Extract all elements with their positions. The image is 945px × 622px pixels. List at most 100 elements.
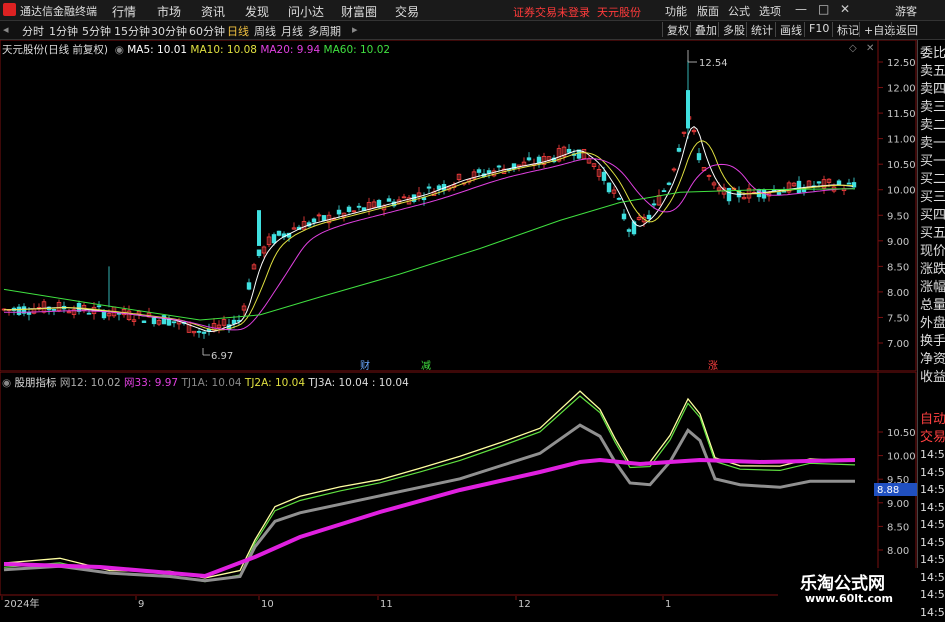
tick-time: 14:56: [920, 553, 945, 566]
candle-body: [651, 203, 657, 206]
period-tab-15min[interactable]: 15分钟: [114, 23, 150, 39]
menu-layout[interactable]: 版面: [697, 3, 719, 19]
quote-field-label: 总量: [920, 298, 945, 313]
xtick-label: 11: [380, 599, 393, 609]
indicator-ytick-label: 10.50: [887, 428, 916, 439]
xtick-label: 9: [138, 599, 144, 609]
candle-body: [151, 317, 157, 325]
main-ytick-label: 10.50: [887, 160, 916, 171]
main-ytick-label: 7.00: [887, 339, 909, 350]
quote-side-panel: 委比 卖五 卖四 卖三 卖二 卖一 买一 买二 买三 买四 买五 现价 涨跌 涨幅 总量 外盘 换手 净资 收益 自动…: [917, 40, 945, 619]
mark-button[interactable]: 标记: [832, 22, 859, 37]
tick-time: 14:56: [920, 605, 945, 619]
period-tab-monthly[interactable]: 月线: [281, 23, 303, 39]
marker-reduce[interactable]: 减: [421, 360, 431, 372]
period-tab-minute[interactable]: 分时: [22, 23, 44, 39]
f10-button[interactable]: F10: [804, 22, 829, 37]
restore-rights-button[interactable]: 复权: [662, 22, 689, 37]
draw-line-button[interactable]: 画线: [775, 22, 802, 37]
candle-body: [796, 180, 802, 194]
maximize-icon[interactable]: □: [818, 2, 829, 16]
candle-body: [51, 309, 57, 311]
period-tab-5min[interactable]: 5分钟: [82, 23, 111, 39]
ma60-line: [3, 188, 856, 321]
candlestick-chart[interactable]: 12.50 12.00 11.50 11.00 10.50 10.00 9.50 9.00 8.…: [0, 40, 917, 372]
quote-field-label: 卖二: [920, 118, 945, 133]
period-tab-weekly[interactable]: 周线: [254, 23, 276, 39]
menu-options[interactable]: 选项: [759, 3, 781, 19]
candle-body: [246, 282, 252, 290]
candle-body: [86, 312, 92, 315]
candle-body: [676, 147, 682, 152]
candle-body: [661, 190, 667, 193]
indicator-ytick-label: 8.50: [887, 522, 909, 533]
period-dropdown-icon[interactable]: ▸: [352, 23, 358, 36]
marker-finance[interactable]: 财: [360, 359, 370, 372]
tick-time: 14:56: [920, 483, 945, 496]
menu-item-wealth[interactable]: 财富圈: [341, 3, 377, 20]
main-ytick-label: 12.00: [887, 84, 916, 95]
period-tab-multi[interactable]: 多周期: [308, 23, 341, 39]
main-ytick-label: 9.50: [887, 211, 909, 222]
menu-item-ask[interactable]: 问小达: [288, 3, 324, 20]
high-label: 12.54: [699, 58, 728, 69]
candle-body: [816, 181, 822, 184]
candle-body: [231, 319, 237, 324]
w12-line: [3, 423, 855, 583]
back-button[interactable]: 返回: [891, 22, 918, 37]
xtick-label: 2024年: [4, 597, 39, 609]
menu-item-news[interactable]: 资讯: [201, 3, 225, 20]
candle-body: [256, 249, 262, 257]
menu-function[interactable]: 功能: [665, 3, 687, 19]
quote-field-label: 卖一: [920, 136, 945, 151]
tick-time: 14:56: [920, 588, 945, 601]
candle-body: [666, 182, 672, 185]
multi-stock-button[interactable]: 多股: [718, 22, 745, 37]
marker-rise[interactable]: 涨: [708, 360, 718, 372]
quote-field-label: 换手: [920, 334, 945, 349]
quote-field-label: 收益: [920, 370, 945, 385]
app-logo-icon: [3, 3, 16, 16]
quote-field-label: 外盘: [920, 316, 945, 331]
indicator-ytick-label: 9.00: [887, 499, 909, 510]
menu-formula[interactable]: 公式: [728, 3, 750, 19]
xtick-label: 10: [261, 599, 274, 609]
add-favorite-button[interactable]: +自选: [859, 22, 895, 37]
auto-trade-label[interactable]: 自动: [920, 411, 945, 429]
tick-time: 14:56: [920, 500, 945, 514]
candle-body: [776, 192, 782, 196]
candle-body: [496, 165, 502, 168]
watermark-title: 乐淘公式网: [800, 574, 885, 594]
candle-body: [476, 169, 482, 173]
toolbar-left-arrow-icon[interactable]: ◂: [3, 23, 9, 36]
candle-body: [141, 320, 147, 323]
trade-login-status[interactable]: 证券交易未登录 天元股份: [513, 4, 641, 20]
close-icon[interactable]: ✕: [840, 2, 850, 16]
statistics-button[interactable]: 统计: [746, 22, 773, 37]
quote-field-label: 买五: [920, 226, 945, 241]
candle-body: [171, 321, 177, 324]
indicator-ytick-label: 10.00: [887, 452, 916, 463]
period-tab-1min[interactable]: 1分钟: [49, 23, 78, 39]
xtick-label: 1: [665, 599, 671, 609]
auto-trade-label[interactable]: 交易: [920, 429, 945, 447]
period-tab-60min[interactable]: 60分钟: [189, 23, 225, 39]
indicator-frame: [0, 372, 917, 596]
menu-item-markets[interactable]: 市场: [157, 3, 181, 20]
main-ytick-label: 7.50: [887, 313, 909, 324]
high-annotation: 12.54: [687, 50, 728, 69]
overlay-button[interactable]: 叠加: [690, 22, 717, 37]
menu-item-discover[interactable]: 发现: [245, 3, 269, 20]
menu-item-trade[interactable]: 交易: [395, 3, 419, 20]
period-toolbar: ◂ 分时 1分钟 5分钟 15分钟 30分钟 60分钟 日线 周线 月线 多周期…: [0, 21, 945, 40]
quote-field-label: 买一: [920, 154, 945, 169]
candle-body: [646, 214, 652, 220]
candle-body: [846, 182, 852, 185]
candle-body: [696, 153, 702, 161]
period-tab-daily[interactable]: 日线: [227, 23, 249, 39]
user-guest[interactable]: 游客: [895, 3, 917, 19]
indicator-chart[interactable]: 10.5010.009.509.008.508.00 8.88: [0, 372, 917, 596]
period-tab-30min[interactable]: 30分钟: [151, 23, 187, 39]
menu-item-market[interactable]: 行情: [112, 3, 136, 20]
minimize-icon[interactable]: —: [795, 2, 807, 16]
